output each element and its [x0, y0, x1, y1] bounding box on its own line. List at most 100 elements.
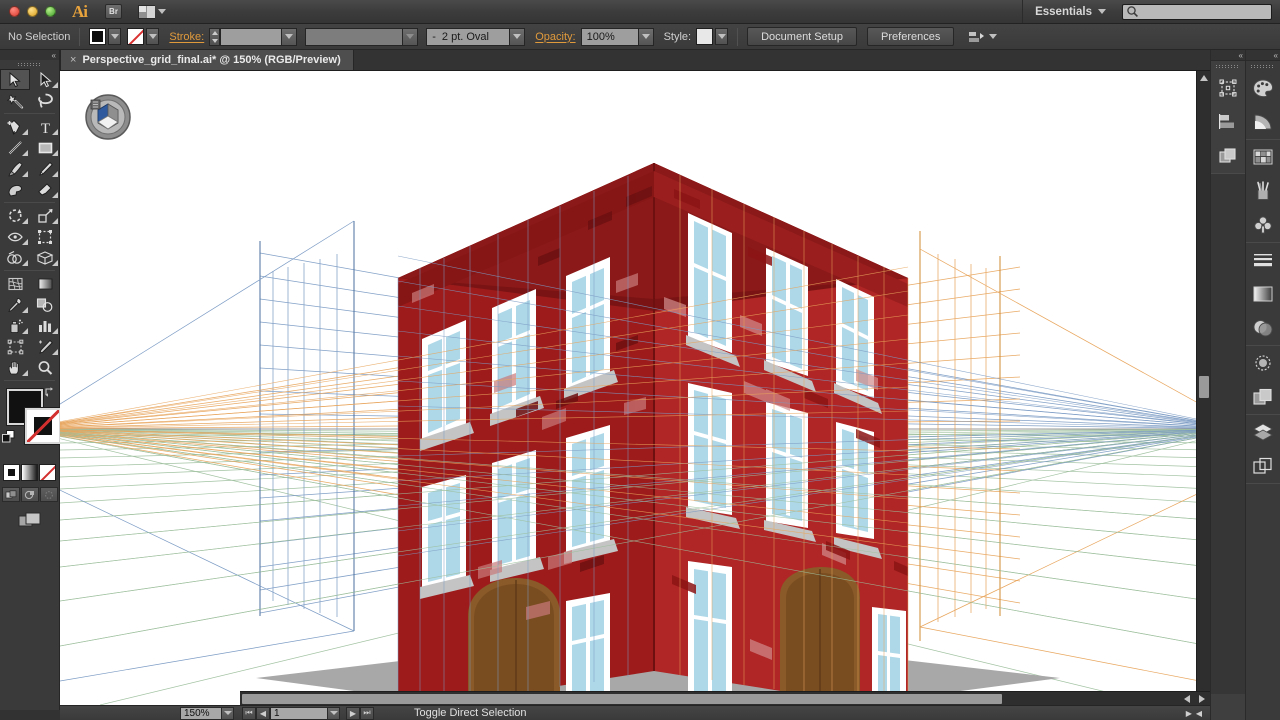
dock-column-one-collapse[interactable]: «	[1211, 50, 1245, 61]
artboard-tool[interactable]	[0, 336, 30, 357]
eyedropper-tool[interactable]	[0, 294, 30, 315]
status-expand-button[interactable]: ▶	[1186, 709, 1192, 718]
color-panel-icon[interactable]	[1246, 71, 1280, 105]
stroke-weight-field[interactable]	[220, 27, 283, 46]
close-icon[interactable]: ×	[70, 54, 76, 66]
default-fill-stroke-icon[interactable]	[2, 430, 15, 443]
color-mode-solid-button[interactable]	[3, 464, 20, 481]
tools-panel-grip[interactable]	[0, 60, 59, 69]
type-tool[interactable]: T	[30, 116, 60, 137]
zoom-window-button[interactable]	[45, 6, 56, 17]
zoom-level-dropdown[interactable]	[222, 706, 234, 720]
gradient-tool[interactable]	[30, 273, 60, 294]
lasso-tool[interactable]	[30, 90, 60, 111]
pathfinder-panel-icon[interactable]	[1211, 139, 1245, 173]
blob-brush-tool[interactable]	[0, 179, 30, 200]
document-setup-button[interactable]: Document Setup	[747, 27, 858, 46]
stroke-weight-dropdown[interactable]	[282, 27, 298, 46]
color-guide-panel-icon[interactable]	[1246, 105, 1280, 139]
opacity-field[interactable]: 100%	[580, 27, 639, 46]
fill-swatch[interactable]	[89, 28, 107, 45]
brushes-panel-icon[interactable]	[1246, 174, 1280, 208]
gradient-panel-icon[interactable]	[1246, 277, 1280, 311]
document-canvas[interactable]	[60, 71, 1210, 705]
stroke-swatch-dropdown[interactable]	[146, 28, 160, 45]
align-dropdown-caret[interactable]	[989, 34, 998, 39]
stroke-panel-icon[interactable]	[1246, 243, 1280, 277]
horizontal-scrollbar[interactable]	[240, 691, 1210, 705]
graphic-style-swatch[interactable]	[696, 28, 714, 45]
layers-panel-icon[interactable]	[1246, 415, 1280, 449]
pen-tool[interactable]	[0, 116, 30, 137]
stroke-color-swatch[interactable]	[25, 408, 61, 444]
brush-definition-dropdown[interactable]	[510, 27, 526, 46]
direct-selection-tool[interactable]	[30, 69, 60, 90]
scroll-up-button[interactable]	[1197, 71, 1210, 85]
change-screen-mode-button[interactable]	[18, 511, 42, 529]
align-panel-icon[interactable]	[1211, 105, 1245, 139]
rotate-tool[interactable]	[0, 205, 30, 226]
selection-tool[interactable]	[0, 69, 30, 90]
transparency-panel-icon[interactable]	[1246, 311, 1280, 345]
fill-swatch-dropdown[interactable]	[108, 28, 122, 45]
scroll-right-button[interactable]	[1195, 692, 1209, 705]
artboard-dropdown[interactable]	[328, 706, 340, 720]
appearance-panel-icon[interactable]	[1246, 346, 1280, 380]
scale-tool[interactable]	[30, 205, 60, 226]
dock-column-two-collapse[interactable]: «	[1246, 50, 1280, 61]
tools-panel-collapse[interactable]: «	[0, 50, 59, 60]
width-tool[interactable]	[0, 226, 30, 247]
color-mode-none-button[interactable]	[39, 464, 56, 481]
last-artboard-button[interactable]: ⏭	[360, 706, 374, 720]
document-tab[interactable]: × Perspective_grid_final.ai* @ 150% (RGB…	[60, 49, 354, 70]
graphic-style-dropdown[interactable]	[715, 28, 729, 45]
color-mode-gradient-button[interactable]	[21, 464, 38, 481]
zoom-tool[interactable]	[30, 357, 60, 378]
align-to-selection-icon[interactable]	[968, 30, 985, 44]
preferences-button[interactable]: Preferences	[867, 27, 955, 46]
arrange-documents-icon[interactable]	[138, 4, 166, 19]
eraser-tool[interactable]	[30, 179, 60, 200]
stroke-profile-field[interactable]	[305, 27, 404, 46]
hand-tool[interactable]	[0, 357, 30, 378]
shape-builder-tool[interactable]	[0, 247, 30, 268]
minimize-window-button[interactable]	[27, 6, 38, 17]
status-collapse-button[interactable]: ◀	[1196, 709, 1202, 718]
artwork-perspective-grid[interactable]	[60, 71, 1210, 705]
free-transform-tool[interactable]	[30, 226, 60, 247]
rectangle-tool[interactable]	[30, 137, 60, 158]
graphic-styles-panel-icon[interactable]	[1246, 380, 1280, 414]
first-artboard-button[interactable]: ⏮	[242, 706, 256, 720]
line-segment-tool[interactable]	[0, 137, 30, 158]
artboard-number-field[interactable]: 1	[270, 706, 328, 720]
mesh-tool[interactable]	[0, 273, 30, 294]
brush-definition-field[interactable]: - 2 pt. Oval	[426, 27, 511, 46]
stroke-weight-stepper[interactable]	[209, 27, 221, 46]
horizontal-scroll-thumb[interactable]	[242, 694, 1002, 704]
dock-column-one-grip[interactable]	[1211, 61, 1245, 71]
previous-artboard-button[interactable]: ◀	[256, 706, 270, 720]
paintbrush-tool[interactable]	[0, 158, 30, 179]
next-artboard-button[interactable]: ▶	[346, 706, 360, 720]
workspace-switcher[interactable]: Essentials	[1022, 0, 1118, 23]
vertical-scroll-thumb[interactable]	[1199, 376, 1209, 398]
symbol-sprayer-tool[interactable]	[0, 315, 30, 336]
transform-panel-icon[interactable]	[1211, 71, 1245, 105]
draw-normal-button[interactable]	[1, 487, 20, 502]
zoom-level-field[interactable]: 150%	[180, 706, 222, 720]
magic-wand-tool[interactable]	[0, 90, 30, 111]
swatches-panel-icon[interactable]	[1246, 140, 1280, 174]
opacity-dropdown[interactable]	[638, 27, 654, 46]
search-input[interactable]	[1122, 3, 1272, 20]
blend-tool[interactable]	[30, 294, 60, 315]
pencil-tool[interactable]	[30, 158, 60, 179]
artboards-panel-icon[interactable]	[1246, 449, 1280, 483]
vertical-scrollbar[interactable]	[1196, 71, 1210, 705]
slice-tool[interactable]	[30, 336, 60, 357]
stroke-profile-dropdown[interactable]	[403, 27, 419, 46]
draw-behind-button[interactable]	[20, 487, 39, 502]
scroll-left-button[interactable]	[1180, 692, 1194, 705]
swap-fill-stroke-icon[interactable]	[44, 386, 56, 398]
stroke-swatch[interactable]	[127, 28, 145, 45]
opacity-label[interactable]: Opacity:	[535, 31, 575, 43]
